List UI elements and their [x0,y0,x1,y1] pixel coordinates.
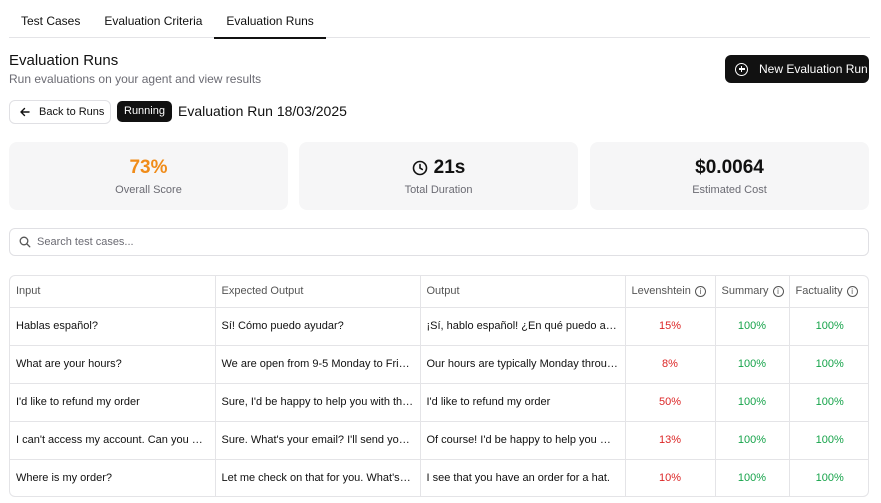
tab-evaluation-criteria[interactable]: Evaluation Criteria [92,0,214,38]
table-row[interactable]: Hablas español? Sí! Cómo puedo ayudar? ¡… [10,307,868,346]
tab-test-cases[interactable]: Test Cases [9,0,92,38]
column-header-levenshtein: Levenshtein i [625,276,716,308]
cell-summary: 100% [715,307,790,346]
cell-output: ¡Sí, hablo español! ¿En qué puedo ayudar… [420,307,626,346]
cell-input: I'd like to refund my order [10,383,216,422]
estimated-cost-card: $0.0064 Estimated Cost [590,142,869,210]
cell-summary: 100% [715,459,790,496]
back-to-runs-button[interactable]: Back to Runs [9,100,111,124]
overall-score-label: Overall Score [115,184,182,196]
cell-input: I can't access my account. Can you help? [10,421,216,460]
cell-expected-output: Sure. What's your email? I'll send you a… [215,421,421,460]
tab-evaluation-runs[interactable]: Evaluation Runs [214,0,327,39]
cell-output: I'd like to refund my order [420,383,626,422]
levenshtein-header-label: Levenshtein [631,285,691,298]
new-evaluation-run-label: New Evaluation Run [759,62,868,76]
cell-factuality: 100% [789,421,868,460]
table-row[interactable]: Where is my order? Let me check on that … [10,459,868,496]
total-duration-card: 21s Total Duration [299,142,578,210]
status-badge: Running [117,101,172,122]
tab-bar: Test Cases Evaluation Criteria Evaluatio… [9,0,870,39]
arrow-left-icon [20,107,30,117]
info-icon[interactable]: i [772,285,784,297]
cell-expected-output: We are open from 9-5 Monday to Friday. [215,345,421,384]
total-duration-label: Total Duration [404,184,473,196]
column-header-factuality: Factuality i [789,276,868,308]
cell-output: I see that you have an order for a hat. [420,459,626,496]
cell-input: Hablas español? [10,307,216,346]
cell-summary: 100% [715,383,790,422]
back-to-runs-label: Back to Runs [39,106,105,118]
plus-circle-icon [735,62,748,76]
info-icon[interactable]: i [694,285,706,297]
search-input[interactable] [37,236,817,248]
cell-factuality: 100% [789,345,868,384]
cell-expected-output: Sure, I'd be happy to help you with that… [215,383,421,422]
cell-factuality: 100% [789,383,868,422]
table-row[interactable]: I can't access my account. Can you help?… [10,421,868,460]
factuality-header-label: Factuality [795,285,843,298]
cell-expected-output: Sí! Cómo puedo ayudar? [215,307,421,346]
cell-expected-output: Let me check on that for you. What's you… [215,459,421,496]
page-subtitle: Run evaluations on your agent and view r… [9,72,262,86]
column-header-summary: Summary i [715,276,790,308]
column-header-expected-output: Expected Output [215,276,421,308]
overall-score-value: 73% [129,157,168,178]
results-table: Input Expected Output Output Levenshtein… [9,275,869,497]
table-row[interactable]: What are your hours? We are open from 9-… [10,345,868,384]
cell-factuality: 100% [789,307,868,346]
summary-header-label: Summary [721,285,769,298]
info-icon[interactable]: i [846,285,858,297]
cell-factuality: 100% [815,472,844,485]
cell-levenshtein: 8% [625,345,716,384]
cell-input: Where is my order? [10,459,216,496]
cell-output: Of course! I'd be happy to help you with… [420,421,626,460]
cell-input: What are your hours? [10,345,216,384]
estimated-cost-label: Estimated Cost [692,184,767,196]
table-header-row: Input Expected Output Output Levenshtein… [10,276,868,308]
cell-levenshtein: 10% [625,459,716,496]
run-title: Evaluation Run 18/03/2025 [178,103,347,119]
cell-output: Our hours are typically Monday through F… [420,345,626,384]
search-icon [19,236,31,248]
column-header-input: Input [10,276,216,308]
cell-levenshtein: 15% [625,307,716,346]
clock-icon [412,160,427,176]
page-title: Evaluation Runs [9,52,119,69]
search-box [9,228,869,256]
column-header-output: Output [420,276,626,308]
total-duration-value-row: 21s [299,157,578,179]
table-row[interactable]: I'd like to refund my order Sure, I'd be… [10,383,868,422]
cell-summary: 100% [715,421,790,460]
cell-levenshtein: 50% [625,383,716,422]
overall-score-card: 73% Overall Score [9,142,288,210]
total-duration-value: 21s [433,157,466,178]
cell-summary: 100% [715,345,790,384]
new-evaluation-run-button[interactable]: New Evaluation Run [725,55,869,83]
cell-levenshtein: 13% [625,421,716,460]
estimated-cost-value: $0.0064 [695,157,764,178]
